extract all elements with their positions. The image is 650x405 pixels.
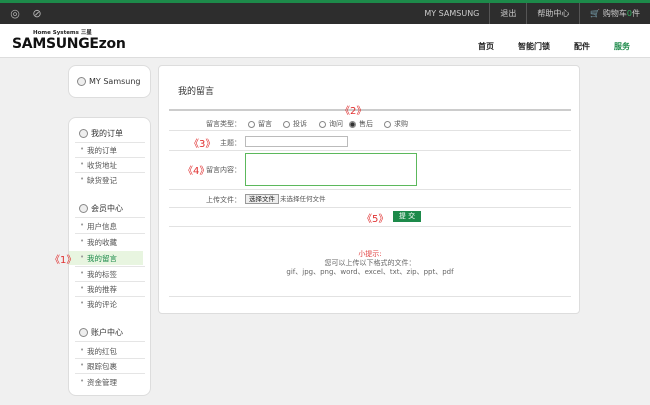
site-logo[interactable]: SAMSUNGEzon (12, 36, 126, 52)
nav-smart-lock[interactable]: 智能门锁 (518, 41, 550, 52)
top-bar: ◎ ⊘ MY SAMSUNG 退出 帮助中心 🛒 购物车0件 (0, 0, 650, 24)
radio-icon (248, 120, 255, 128)
sidebar-item-funds[interactable]: 资金管理 (80, 377, 117, 388)
divider (75, 373, 145, 374)
top-links: MY SAMSUNG 退出 帮助中心 🛒 购物车0件 (414, 3, 650, 24)
profile-label: MY Samsung (89, 77, 141, 86)
logout-link[interactable]: 退出 (489, 3, 526, 24)
type-option-inquiry[interactable]: 询问 (319, 119, 343, 129)
file-label: 上传文件： (206, 196, 241, 204)
submit-button[interactable]: 提 交 (393, 211, 421, 222)
row-divider (169, 296, 571, 297)
sidebar-item-tracking[interactable]: 跟踪包裹 (80, 361, 117, 372)
cart-unit: 件 (632, 9, 640, 18)
sidebar-item-tags[interactable]: 我的标签 (80, 269, 117, 280)
my-samsung-link[interactable]: MY SAMSUNG (414, 3, 489, 24)
tip-line-2: gif、jpg、png、word、excel、txt、zip、ppt、pdf (286, 268, 454, 276)
member-icon (79, 204, 88, 213)
sidebar-item-stockout[interactable]: 缺货登记 (80, 175, 117, 186)
row-divider (169, 207, 571, 208)
title-divider (169, 109, 571, 111)
divider (75, 157, 145, 158)
sidebar-item-address[interactable]: 收货地址 (80, 160, 117, 171)
divider (75, 281, 145, 282)
divider (75, 296, 145, 297)
account-icon (79, 328, 88, 337)
group-orders-title: 我的订单 (79, 128, 123, 139)
type-option-complaint[interactable]: 投诉 (283, 119, 307, 129)
annotation-5: 《5》 (362, 214, 389, 225)
sidebar-menu: 我的订单 我的订单 收货地址 缺货登记 会员中心 用户信息 我的收藏 我的留言 … (68, 117, 151, 396)
divider (75, 142, 145, 143)
user-icon (77, 77, 86, 86)
annotation-2: 《2》 (340, 106, 367, 117)
radio-icon (319, 120, 326, 128)
cart-label: 购物车 (602, 9, 627, 18)
content-textarea[interactable] (245, 153, 417, 186)
logo-tagline: Home Systems 三星 (33, 30, 92, 36)
choose-file-button[interactable]: 选择文件 (245, 194, 279, 204)
sidebar-item-user-info[interactable]: 用户信息 (80, 221, 117, 232)
sidebar-item-recommend[interactable]: 我的推荐 (80, 284, 117, 295)
sidebar-item-reviews[interactable]: 我的评论 (80, 299, 117, 310)
row-divider (169, 226, 571, 227)
social-links: ◎ ⊘ (8, 7, 44, 21)
cart-link[interactable]: 🛒 购物车0件 (579, 3, 650, 24)
qq-icon[interactable]: ⊘ (30, 7, 44, 21)
help-center-link[interactable]: 帮助中心 (526, 3, 579, 24)
radio-icon (384, 120, 391, 128)
divider (75, 266, 145, 267)
type-option-message[interactable]: 留言 (248, 119, 272, 129)
group-member-title: 会员中心 (79, 203, 123, 214)
row-divider (169, 150, 571, 151)
divider (75, 341, 145, 342)
site-header: Home Systems 三星 SAMSUNGEzon 首页 智能门锁 配件 服… (0, 24, 650, 58)
divider (75, 217, 145, 218)
weibo-icon[interactable]: ◎ (8, 7, 22, 21)
radio-icon (283, 120, 290, 128)
nav-accessories[interactable]: 配件 (574, 41, 590, 52)
message-panel: 我的留言 留言类型： 留言 投诉 询问 售后 求购 主题： 留言内容： 上传文件… (158, 65, 580, 314)
annotation-1: 《1》 (50, 255, 77, 266)
nav-service[interactable]: 服务 (614, 41, 630, 52)
annotation-3: 《3》 (189, 139, 216, 150)
sidebar-item-my-orders[interactable]: 我的订单 (80, 145, 117, 156)
type-label: 留言类型： (206, 120, 241, 128)
divider (75, 172, 145, 173)
radio-selected-icon (349, 120, 356, 128)
row-divider (169, 130, 571, 131)
divider (75, 233, 145, 234)
sidebar-item-messages[interactable]: 我的留言 (80, 253, 117, 264)
row-divider (169, 189, 571, 190)
type-option-after-sales[interactable]: 售后 (349, 119, 373, 129)
sidebar-item-red-packets[interactable]: 我的红包 (80, 346, 117, 357)
cart-icon: 🛒 (590, 9, 601, 18)
subject-input[interactable] (245, 136, 348, 147)
page-title: 我的留言 (178, 87, 215, 97)
annotation-4: 《4》 (183, 166, 210, 177)
type-option-purchase[interactable]: 求购 (384, 119, 408, 129)
group-account-title: 账户中心 (79, 327, 123, 338)
nav-home[interactable]: 首页 (478, 41, 494, 52)
file-status: 未选择任何文件 (280, 195, 326, 203)
profile-box[interactable]: MY Samsung (68, 65, 151, 98)
divider (75, 358, 145, 359)
sidebar-item-favorites[interactable]: 我的收藏 (80, 237, 117, 248)
orders-icon (79, 129, 88, 138)
main-nav: 首页 智能门锁 配件 服务 (454, 41, 630, 52)
